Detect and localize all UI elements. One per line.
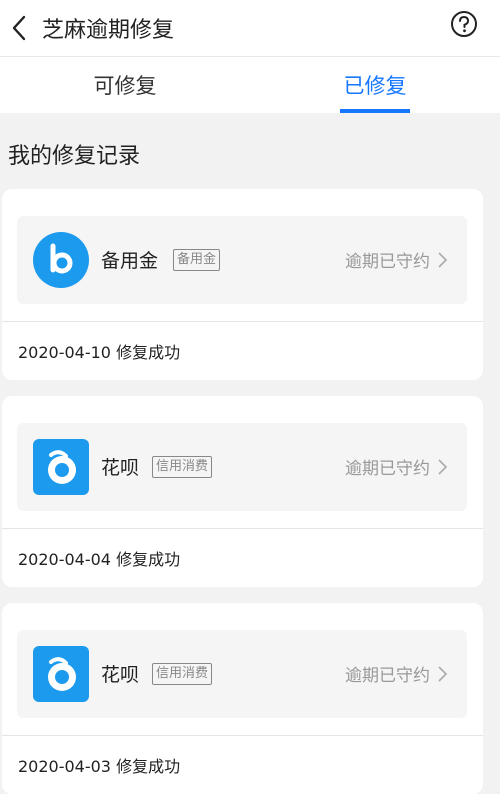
status-text: 逾期已守约 xyxy=(345,666,430,686)
product-tag: 信用消费 xyxy=(152,663,213,685)
help-button[interactable] xyxy=(450,10,478,38)
question-circle-icon xyxy=(451,11,477,37)
chevron-right-icon xyxy=(438,251,447,268)
beiyongjin-logo-icon xyxy=(33,232,89,288)
divider xyxy=(2,735,483,736)
tab-label: 可修复 xyxy=(93,74,157,98)
status: 逾期已守约 xyxy=(345,661,447,686)
chevron-right-icon xyxy=(438,665,447,682)
product-row[interactable]: 备用金 备用金 逾期已守约 xyxy=(17,216,467,304)
top-bar: 芝麻逾期修复 xyxy=(0,0,500,57)
record-date-status: 2020-04-03 修复成功 xyxy=(18,757,181,776)
tab-label: 已修复 xyxy=(343,74,407,98)
product-tag: 备用金 xyxy=(173,249,221,271)
product-row[interactable]: 花呗 信用消费 逾期已守约 xyxy=(17,423,467,511)
huabei-logo-icon xyxy=(33,439,89,495)
chevron-right-icon xyxy=(438,458,447,475)
repair-record-card: 花呗 信用消费 逾期已守约 2020-04-03 修复成功 xyxy=(2,603,483,794)
chevron-left-icon xyxy=(12,15,26,41)
active-tab-indicator xyxy=(340,109,410,113)
status: 逾期已守约 xyxy=(345,454,447,479)
divider xyxy=(2,528,483,529)
repair-record-card: 备用金 备用金 逾期已守约 2020-04-10 修复成功 xyxy=(2,189,483,380)
product-tag: 信用消费 xyxy=(152,456,213,478)
product-row[interactable]: 花呗 信用消费 逾期已守约 xyxy=(17,630,467,718)
tab-bar: 可修复 已修复 xyxy=(0,57,500,113)
record-date-status: 2020-04-10 修复成功 xyxy=(18,343,181,362)
status-text: 逾期已守约 xyxy=(345,252,430,272)
product-name: 花呗 xyxy=(101,664,140,686)
page-title: 芝麻逾期修复 xyxy=(42,18,175,43)
status-text: 逾期已守约 xyxy=(345,459,430,479)
status: 逾期已守约 xyxy=(345,247,447,272)
repair-record-card: 花呗 信用消费 逾期已守约 2020-04-04 修复成功 xyxy=(2,396,483,587)
tab-repairable[interactable]: 可修复 xyxy=(0,57,250,113)
record-date-status: 2020-04-04 修复成功 xyxy=(18,550,181,569)
product-name: 备用金 xyxy=(101,250,159,272)
back-button[interactable] xyxy=(4,8,34,48)
huabei-logo-icon xyxy=(33,646,89,702)
divider xyxy=(2,321,483,322)
section-title: 我的修复记录 xyxy=(8,144,141,169)
product-name: 花呗 xyxy=(101,457,140,479)
tab-repaired[interactable]: 已修复 xyxy=(250,57,500,113)
